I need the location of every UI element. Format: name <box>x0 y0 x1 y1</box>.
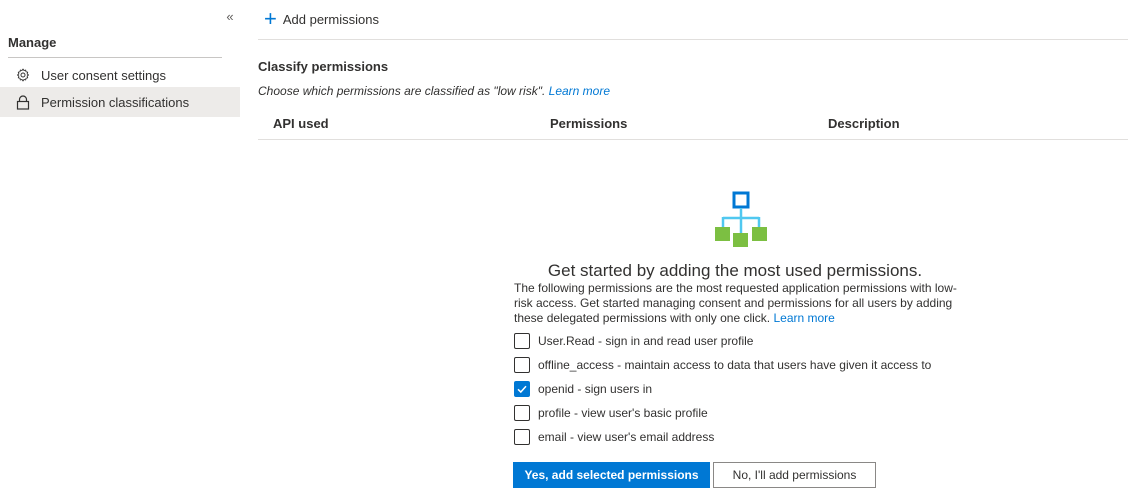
checkbox-label: profile - view user's basic profile <box>538 406 708 420</box>
empty-state-learn-more-link[interactable]: Learn more <box>773 311 834 325</box>
manage-header: Manage <box>8 35 57 50</box>
empty-state-title: Get started by adding the most used perm… <box>547 261 923 280</box>
column-header-api-used[interactable]: API used <box>273 116 329 131</box>
empty-state-description-text: The following permissions are the most r… <box>514 281 957 325</box>
checkbox[interactable] <box>514 405 530 421</box>
checkbox[interactable] <box>514 429 530 445</box>
decline-add-permissions-button[interactable]: No, I'll add permissions <box>713 462 876 488</box>
permission-option-openid[interactable]: openid - sign users in <box>514 380 652 398</box>
checkbox-label: User.Read - sign in and read user profil… <box>538 334 754 348</box>
sidebar-item-permission-classifications[interactable]: Permission classifications <box>0 87 240 117</box>
main-content: + Add permissions Classify permissions C… <box>258 0 1128 488</box>
gear-icon <box>15 67 31 83</box>
plus-icon: + <box>264 6 277 31</box>
permission-option-profile[interactable]: profile - view user's basic profile <box>514 404 708 422</box>
add-selected-permissions-button[interactable]: Yes, add selected permissions <box>513 462 710 488</box>
permission-option-offline-access[interactable]: offline_access - maintain access to data… <box>514 356 931 374</box>
checkbox-checked[interactable] <box>514 381 530 397</box>
checkbox[interactable] <box>514 357 530 373</box>
sidebar-item-label: User consent settings <box>41 67 167 83</box>
sidebar: « Manage User consent settings Permissio… <box>0 0 242 482</box>
add-permissions-button[interactable]: + Add permissions <box>264 6 379 31</box>
manage-divider <box>8 57 222 58</box>
sidebar-item-label: Permission classifications <box>41 94 190 110</box>
checkbox-label: offline_access - maintain access to data… <box>538 358 932 372</box>
section-description: Choose which permissions are classified … <box>258 84 610 98</box>
checkmark-icon <box>517 385 527 394</box>
column-header-permissions[interactable]: Permissions <box>550 116 627 131</box>
permission-option-email[interactable]: email - view user's email address <box>514 428 714 446</box>
sidebar-item-user-consent-settings[interactable]: User consent settings <box>0 60 240 90</box>
permission-option-user-read[interactable]: User.Read - sign in and read user profil… <box>514 332 753 350</box>
collapse-sidebar-icon[interactable]: « <box>222 9 238 25</box>
add-permissions-label: Add permissions <box>282 11 379 27</box>
checkbox-label: email - view user's email address <box>538 430 715 444</box>
checkbox-label: openid - sign users in <box>538 382 653 396</box>
section-description-text: Choose which permissions are classified … <box>258 84 546 98</box>
checkbox[interactable] <box>514 333 530 349</box>
learn-more-link[interactable]: Learn more <box>549 84 610 98</box>
column-header-description[interactable]: Description <box>828 116 900 131</box>
hierarchy-icon <box>714 191 770 249</box>
section-title: Classify permissions <box>258 59 389 74</box>
table-header: API used Permissions Description <box>258 110 1128 140</box>
empty-state-description: The following permissions are the most r… <box>514 281 964 326</box>
lock-icon <box>15 94 31 110</box>
toolbar: + Add permissions <box>258 0 1128 40</box>
